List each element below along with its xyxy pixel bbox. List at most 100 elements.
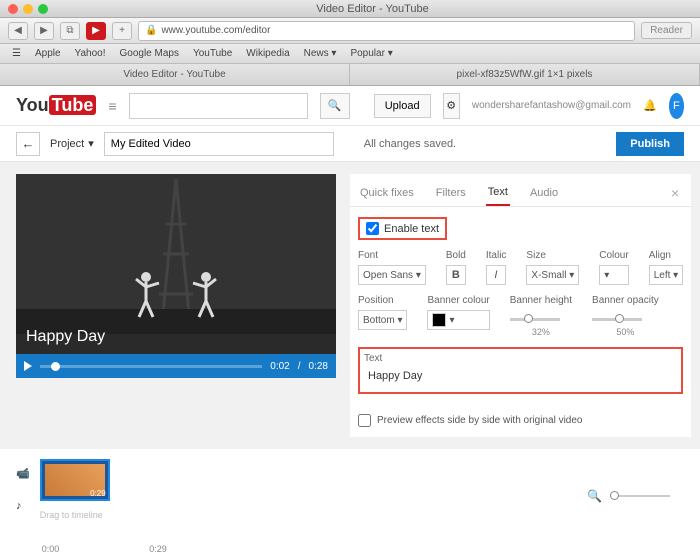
slider-handle[interactable] xyxy=(615,314,624,323)
settings-button[interactable]: ⚙ xyxy=(443,93,460,119)
publish-button[interactable]: Publish xyxy=(616,132,684,156)
bookmark-link[interactable]: YouTube xyxy=(193,48,232,59)
tab-audio[interactable]: Audio xyxy=(528,181,560,205)
browser-tab[interactable]: Video Editor - YouTube xyxy=(0,64,350,85)
bell-icon[interactable]: 🔔 xyxy=(643,99,657,112)
preview-side-input[interactable] xyxy=(358,414,371,427)
bookmark-link[interactable]: Google Maps xyxy=(120,48,179,59)
browser-tab[interactable]: pixel-xf83z5WfW.gif 1×1 pixels xyxy=(350,64,700,85)
bold-label: Bold xyxy=(446,250,466,261)
search-button[interactable]: 🔍 xyxy=(320,93,350,119)
play-button[interactable] xyxy=(24,361,32,371)
bookmarks-menu-icon[interactable]: ☰ xyxy=(12,48,21,59)
timeline-ruler: 0:00 0:29 xyxy=(40,544,684,554)
browser-tabs: Video Editor - YouTube pixel-xf83z5WfW.g… xyxy=(0,64,700,86)
position-label: Position xyxy=(358,295,407,306)
bold-button[interactable]: B xyxy=(446,265,466,285)
text-input-section: Text Happy Day xyxy=(358,347,683,394)
browser-toolbar: ◀ ▶ ⧉ ▶ + 🔒 www.youtube.com/editor Reade… xyxy=(0,18,700,44)
mac-titlebar: Video Editor - YouTube xyxy=(0,0,700,18)
preview-side-checkbox[interactable]: Preview effects side by side with origin… xyxy=(350,404,691,437)
video-controls: 0:02/0:28 xyxy=(16,354,336,378)
bookmark-link[interactable]: Apple xyxy=(35,48,61,59)
zoom-icon[interactable]: 🔍 xyxy=(587,489,602,503)
text-field-input[interactable]: Happy Day xyxy=(364,364,677,388)
search-icon: 🔍 xyxy=(328,99,342,112)
back-button[interactable]: ◀ xyxy=(8,22,28,40)
preview-figures xyxy=(131,269,221,319)
timeline-clip[interactable]: 0:29 xyxy=(40,459,110,501)
guide-menu-icon[interactable]: ≡ xyxy=(108,98,116,114)
banner-opacity-slider[interactable] xyxy=(592,318,642,321)
chevron-down-icon: ▾ xyxy=(88,137,94,150)
maximize-window-icon[interactable] xyxy=(38,4,48,14)
progress-bar[interactable] xyxy=(40,365,262,368)
size-dropdown[interactable]: X-Small ▾ xyxy=(526,265,579,285)
youtube-header: YouTube ≡ 🔍 Upload ⚙ wondersharefantasho… xyxy=(0,86,700,126)
gear-icon: ⚙ xyxy=(446,99,456,112)
main-area: Happy Day 0:02/0:28 Quick fixes Filters … xyxy=(0,162,700,449)
editor-panel: Quick fixes Filters Text Audio × Enable … xyxy=(350,174,691,437)
bookmark-link[interactable]: Popular ▾ xyxy=(350,48,392,59)
back-arrow-button[interactable]: ← xyxy=(16,132,40,156)
enable-text-input[interactable] xyxy=(366,222,379,235)
close-window-icon[interactable] xyxy=(8,4,18,14)
video-preview[interactable]: Happy Day xyxy=(16,174,336,354)
reader-button[interactable]: Reader xyxy=(641,22,692,39)
forward-button[interactable]: ▶ xyxy=(34,22,54,40)
search-input[interactable] xyxy=(129,93,308,119)
banner-colour-picker[interactable]: ▾ xyxy=(427,310,489,330)
slider-handle[interactable] xyxy=(524,314,533,323)
tab-filters[interactable]: Filters xyxy=(434,181,468,205)
clip-duration: 0:29 xyxy=(90,489,106,498)
colour-dropdown[interactable]: ▾ xyxy=(599,265,628,285)
position-dropdown[interactable]: Bottom ▾ xyxy=(358,310,407,330)
video-track-icon: 📹 xyxy=(16,467,30,480)
bookmarks-bar: ☰ Apple Yahoo! Google Maps YouTube Wikip… xyxy=(0,44,700,64)
bookmark-link[interactable]: Wikipedia xyxy=(246,48,289,59)
text-panel: Enable text Font Open Sans ▾ Bold B Italic… xyxy=(350,207,691,404)
italic-label: Italic xyxy=(486,250,507,261)
zoom-slider[interactable] xyxy=(610,495,670,497)
project-name-input[interactable] xyxy=(104,132,334,156)
youtube-logo[interactable]: YouTube xyxy=(16,95,96,116)
bookmark-link[interactable]: Yahoo! xyxy=(75,48,106,59)
banner-height-slider[interactable] xyxy=(510,318,560,321)
drag-hint: Drag to timeline xyxy=(40,510,684,520)
youtube-shortcut-icon[interactable]: ▶ xyxy=(86,22,106,40)
progress-handle[interactable] xyxy=(51,362,60,371)
font-label: Font xyxy=(358,250,426,261)
overlay-text: Happy Day xyxy=(26,328,105,346)
time-duration: 0:28 xyxy=(309,361,328,372)
url-text: www.youtube.com/editor xyxy=(161,25,270,36)
avatar[interactable]: F xyxy=(669,93,684,119)
minimize-window-icon[interactable] xyxy=(23,4,33,14)
align-label: Align xyxy=(649,250,683,261)
colour-label: Colour xyxy=(599,250,628,261)
close-panel-button[interactable]: × xyxy=(667,181,683,205)
font-dropdown[interactable]: Open Sans ▾ xyxy=(358,265,426,285)
tab-quick-fixes[interactable]: Quick fixes xyxy=(358,181,416,205)
add-button[interactable]: + xyxy=(112,22,132,40)
align-dropdown[interactable]: Left ▾ xyxy=(649,265,683,285)
zoom-handle[interactable] xyxy=(610,491,619,500)
project-label[interactable]: Project ▾ xyxy=(50,137,94,150)
upload-button[interactable]: Upload xyxy=(374,94,431,118)
colour-swatch xyxy=(432,313,446,327)
tab-text[interactable]: Text xyxy=(486,180,510,206)
bookmark-link[interactable]: News ▾ xyxy=(304,48,337,59)
tabs-button[interactable]: ⧉ xyxy=(60,22,80,40)
text-field-label: Text xyxy=(364,353,677,364)
banner-opacity-label: Banner opacity xyxy=(592,295,659,306)
timeline: 📹 ♪ 0:29 Drag to timeline 0:00 0:29 xyxy=(0,449,700,558)
project-toolbar: ← Project ▾ All changes saved. Publish xyxy=(0,126,700,162)
zoom-control: 🔍 xyxy=(587,489,670,503)
time-current: 0:02 xyxy=(270,361,289,372)
enable-text-checkbox[interactable]: Enable text xyxy=(358,217,447,240)
panel-tabs: Quick fixes Filters Text Audio × xyxy=(350,174,691,207)
lock-icon: 🔒 xyxy=(145,25,157,36)
size-label: Size xyxy=(526,250,579,261)
italic-button[interactable]: I xyxy=(486,265,506,285)
address-bar[interactable]: 🔒 www.youtube.com/editor xyxy=(138,21,635,41)
user-email[interactable]: wondersharefantashow@gmail.com xyxy=(472,100,631,111)
